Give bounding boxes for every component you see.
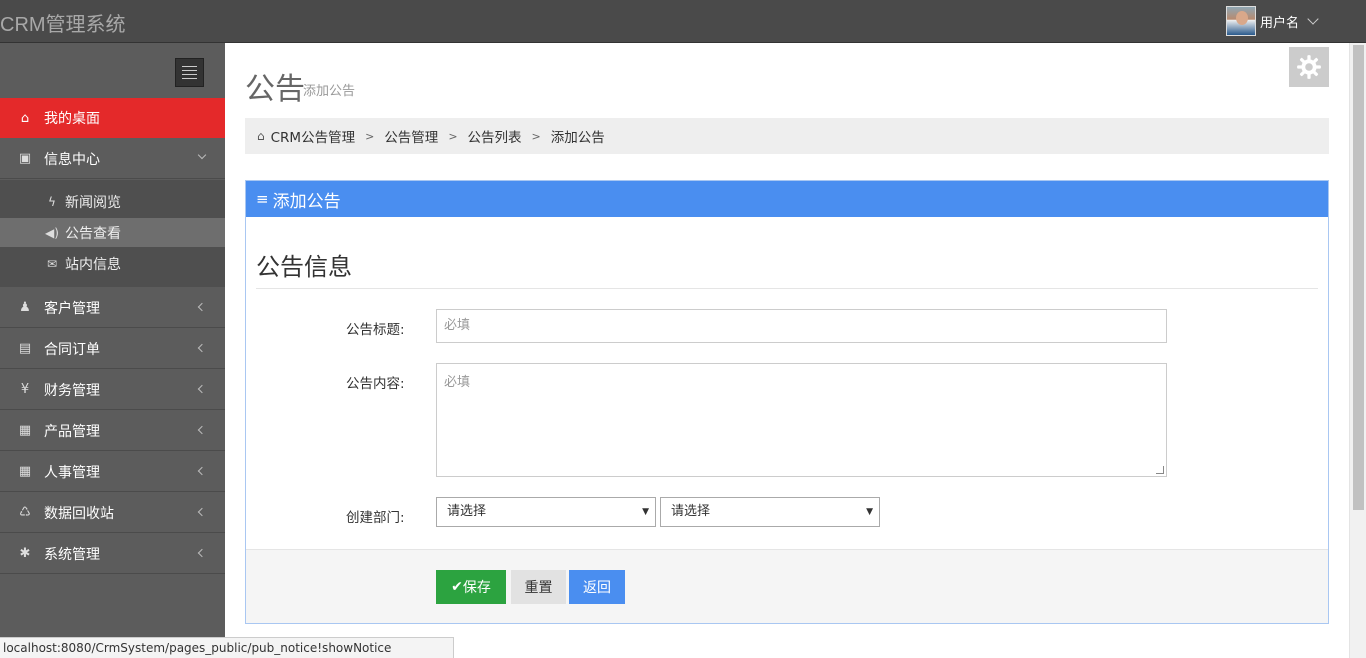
envelope-icon: ✉: [46, 256, 58, 271]
top-navbar: CRM管理系统 用户名: [0, 0, 1366, 43]
dropdown-arrow-icon: ▼: [866, 507, 873, 517]
reset-button[interactable]: 重置: [511, 570, 566, 604]
gear-icon: ✱: [19, 546, 31, 561]
sidebar-item-desktop[interactable]: ⌂ 我的桌面: [0, 98, 225, 138]
save-button[interactable]: ✔ 保存: [436, 570, 506, 604]
vertical-scrollbar[interactable]: [1349, 43, 1366, 658]
breadcrumb-item: 添加公告: [550, 130, 605, 146]
chevron-left-icon: [197, 425, 207, 435]
sidebar-subitem-notices[interactable]: ◀) 公告查看: [0, 218, 225, 247]
sidebar-subitem-label: 新闻阅览: [65, 194, 121, 211]
sidebar-item-products[interactable]: ▦ 产品管理: [0, 411, 225, 451]
app-brand[interactable]: CRM管理系统: [0, 8, 126, 37]
person-icon: ♟: [19, 300, 31, 315]
chevron-right-icon: >: [448, 129, 458, 143]
home-icon: ⌂: [20, 110, 30, 126]
sidebar-item-customers[interactable]: ♟ 客户管理: [0, 288, 225, 328]
table-icon: ▦: [18, 423, 32, 438]
notice-content-textarea[interactable]: 必填: [436, 363, 1167, 477]
sidebar-item-label: 系统管理: [44, 546, 100, 563]
browser-status-url: localhost:8080/CrmSystem/pages_public/pu…: [0, 637, 454, 658]
breadcrumb-item[interactable]: 公告管理: [384, 126, 438, 146]
yen-icon: ¥: [20, 382, 30, 397]
breadcrumb-item[interactable]: CRM公告管理: [271, 126, 355, 146]
department-select-2[interactable]: 请选择 ▼: [660, 497, 880, 527]
trash-icon: ♺: [19, 505, 31, 520]
sidebar-item-label: 客户管理: [44, 300, 100, 317]
chevron-down-icon: [1307, 12, 1319, 25]
sidebar-subitem-label: 站内信息: [65, 256, 121, 273]
sidebar-item-label: 数据回收站: [44, 505, 114, 522]
sidebar-item-label: 信息中心: [44, 151, 100, 168]
section-title: 公告信息: [256, 254, 352, 281]
sidebar-toggle-button[interactable]: [175, 58, 204, 87]
username[interactable]: 用户名: [1260, 12, 1299, 31]
sidebar-item-info-center[interactable]: ▣ 信息中心: [0, 139, 225, 179]
chevron-right-icon: >: [365, 129, 375, 143]
gear-icon: [1297, 55, 1321, 79]
chevron-left-icon: [197, 507, 207, 517]
sidebar-item-recycle-bin[interactable]: ♺ 数据回收站: [0, 493, 225, 533]
department-select-1[interactable]: 请选择 ▼: [436, 497, 656, 527]
breadcrumb: ⌂ CRM公告管理 > 公告管理 > 公告列表 > 添加公告: [245, 118, 1329, 154]
content-label: 公告内容:: [346, 376, 405, 392]
divider: [256, 288, 1318, 289]
title-label: 公告标题:: [346, 322, 405, 338]
sidebar-subitem-label: 公告查看: [65, 225, 121, 242]
bars-icon: ≡: [256, 190, 269, 208]
select-value: 请选择: [671, 504, 711, 519]
chevron-right-icon: >: [531, 129, 541, 143]
check-icon: ✔: [451, 579, 463, 595]
chevron-left-icon: [197, 466, 207, 476]
resize-handle-icon[interactable]: [1156, 466, 1164, 474]
sidebar-subitem-news[interactable]: ϟ 新闻阅览: [0, 187, 225, 216]
breadcrumb-item[interactable]: 公告列表: [468, 126, 522, 146]
sidebar-item-label: 财务管理: [44, 382, 100, 399]
panel-header-title: 添加公告: [272, 191, 341, 212]
chevron-left-icon: [197, 343, 207, 353]
book-icon: ▤: [18, 341, 32, 356]
panel-header: ≡ 添加公告: [246, 181, 1328, 217]
notice-title-input[interactable]: 必填: [436, 309, 1167, 343]
sidebar: ⌂ 我的桌面 ▣ 信息中心 ϟ 新闻阅览 ◀) 公告查看 ✉ 站内信息 ♟ 客户…: [0, 43, 225, 658]
volume-icon: ◀): [45, 225, 59, 240]
scrollbar-thumb[interactable]: [1353, 45, 1364, 510]
page-title: 公告: [245, 73, 305, 106]
sidebar-item-label: 人事管理: [44, 464, 100, 481]
table-icon: ▦: [18, 464, 32, 479]
form-actions: ✔ 保存 重置 返回: [246, 549, 1328, 623]
form-panel: ≡ 添加公告 公告信息 公告标题: 必填 公告内容: 必填 创建部门: 请选择 …: [245, 180, 1329, 624]
textarea-placeholder: 必填: [444, 375, 471, 390]
home-icon: ⌂: [257, 129, 265, 143]
sidebar-item-label: 合同订单: [44, 341, 100, 358]
sidebar-item-hr[interactable]: ▦ 人事管理: [0, 452, 225, 492]
bolt-icon: ϟ: [48, 194, 56, 209]
avatar: [1226, 6, 1256, 36]
dropdown-arrow-icon: ▼: [642, 507, 649, 517]
info-center-icon: ▣: [18, 151, 32, 166]
sidebar-subitem-messages[interactable]: ✉ 站内信息: [0, 249, 225, 278]
select-value: 请选择: [447, 504, 487, 519]
save-label: 保存: [462, 580, 491, 596]
sidebar-submenu: ϟ 新闻阅览 ◀) 公告查看 ✉ 站内信息: [0, 180, 225, 287]
chevron-left-icon: [197, 384, 207, 394]
chevron-left-icon: [197, 548, 207, 558]
chevron-down-icon: [197, 150, 207, 160]
user-menu[interactable]: 用户名: [1226, 6, 1319, 36]
department-label: 创建部门:: [346, 510, 405, 526]
sidebar-item-contracts[interactable]: ▤ 合同订单: [0, 329, 225, 369]
sidebar-item-system[interactable]: ✱ 系统管理: [0, 534, 225, 574]
page-subtitle: 添加公告: [303, 84, 356, 99]
sidebar-item-finance[interactable]: ¥ 财务管理: [0, 370, 225, 410]
back-button[interactable]: 返回: [569, 570, 625, 604]
sidebar-item-label: 产品管理: [44, 423, 100, 440]
sidebar-item-label: 我的桌面: [44, 111, 100, 127]
chevron-left-icon: [197, 302, 207, 312]
settings-button[interactable]: [1289, 47, 1329, 87]
